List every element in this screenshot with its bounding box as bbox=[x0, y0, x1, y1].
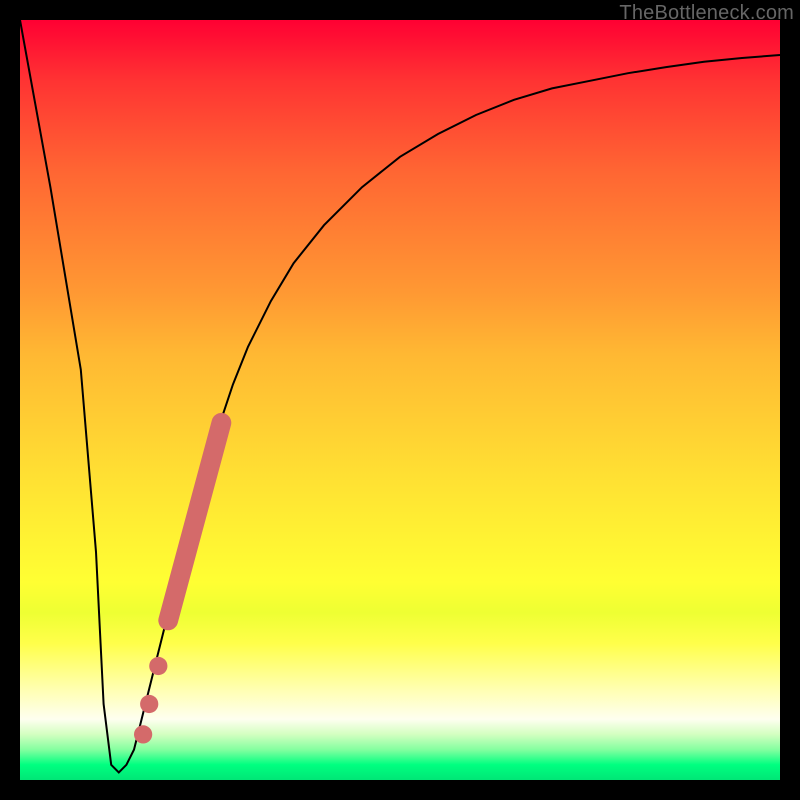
chart-frame: TheBottleneck.com bbox=[0, 0, 800, 800]
marker-dot-2 bbox=[140, 695, 158, 713]
bottleneck-curve bbox=[20, 20, 780, 772]
watermark-text: TheBottleneck.com bbox=[619, 2, 794, 25]
plot-area bbox=[20, 20, 780, 780]
marker-dot-3 bbox=[149, 657, 167, 675]
chart-svg bbox=[20, 20, 780, 780]
marker-dot-1 bbox=[134, 725, 152, 743]
marker-bar bbox=[168, 423, 221, 621]
